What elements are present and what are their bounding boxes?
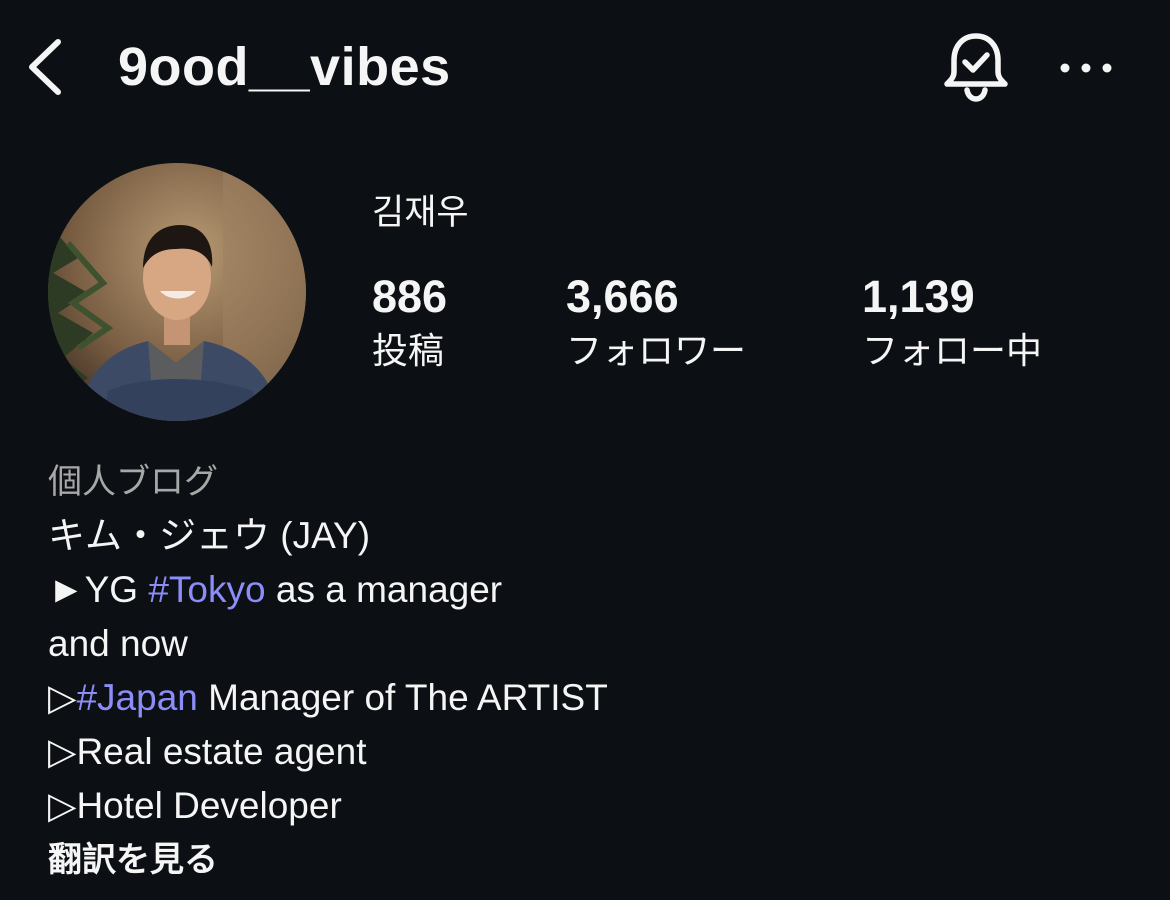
hashtag-link-japan[interactable]: #Japan [76, 677, 197, 718]
followers-stat[interactable]: 3,666 フォロワー [566, 268, 746, 378]
following-count: 1,139 [862, 271, 975, 322]
bio-text: ▷ [48, 677, 77, 718]
profile-photo [48, 163, 306, 421]
back-button[interactable] [22, 36, 72, 98]
see-translation-link[interactable]: 翻訳を見る [48, 833, 1128, 887]
display-name: 김재우 [372, 193, 469, 233]
bio-line-hotel: ▷Hotel Developer [48, 785, 342, 826]
followers-label: フォロワー [566, 331, 747, 372]
bio-line-name: キム・ジェウ (JAY) [48, 515, 371, 556]
more-horizontal-icon [1060, 63, 1112, 73]
bio-line-real-estate: ▷Real estate agent [48, 731, 367, 772]
bell-check-icon [944, 33, 1008, 102]
chevron-left-icon [29, 39, 61, 95]
bio-line-yg: ►YG #Tokyo as a manager [48, 563, 1128, 617]
following-label: フォロー中 [862, 331, 1043, 372]
bio-line-japan: ▷#Japan Manager of The ARTIST [48, 671, 1128, 725]
more-options-button[interactable] [1055, 46, 1117, 88]
profile-avatar[interactable] [48, 163, 306, 421]
followers-count: 3,666 [566, 271, 679, 322]
bio-category: 個人ブログ [48, 462, 218, 502]
profile-bio: 個人ブログ キム・ジェウ (JAY) ►YG #Tokyo as a manag… [48, 455, 1128, 887]
notification-bell-button[interactable] [940, 30, 1012, 104]
posts-stat[interactable]: 886 投稿 [372, 268, 447, 378]
posts-label: 投稿 [372, 331, 445, 372]
profile-username: 9ood__vibes [118, 37, 451, 97]
posts-count: 886 [372, 271, 448, 322]
bio-text: Manager of The ARTIST [197, 677, 608, 718]
bio-line-and-now: and now [48, 623, 188, 664]
following-stat[interactable]: 1,139 フォロー中 [862, 268, 1042, 378]
profile-header: 9ood__vibes [0, 0, 1170, 135]
bio-text: as a manager [265, 569, 503, 610]
hashtag-link-tokyo[interactable]: #Tokyo [148, 569, 265, 610]
bio-text: ►YG [48, 569, 149, 610]
